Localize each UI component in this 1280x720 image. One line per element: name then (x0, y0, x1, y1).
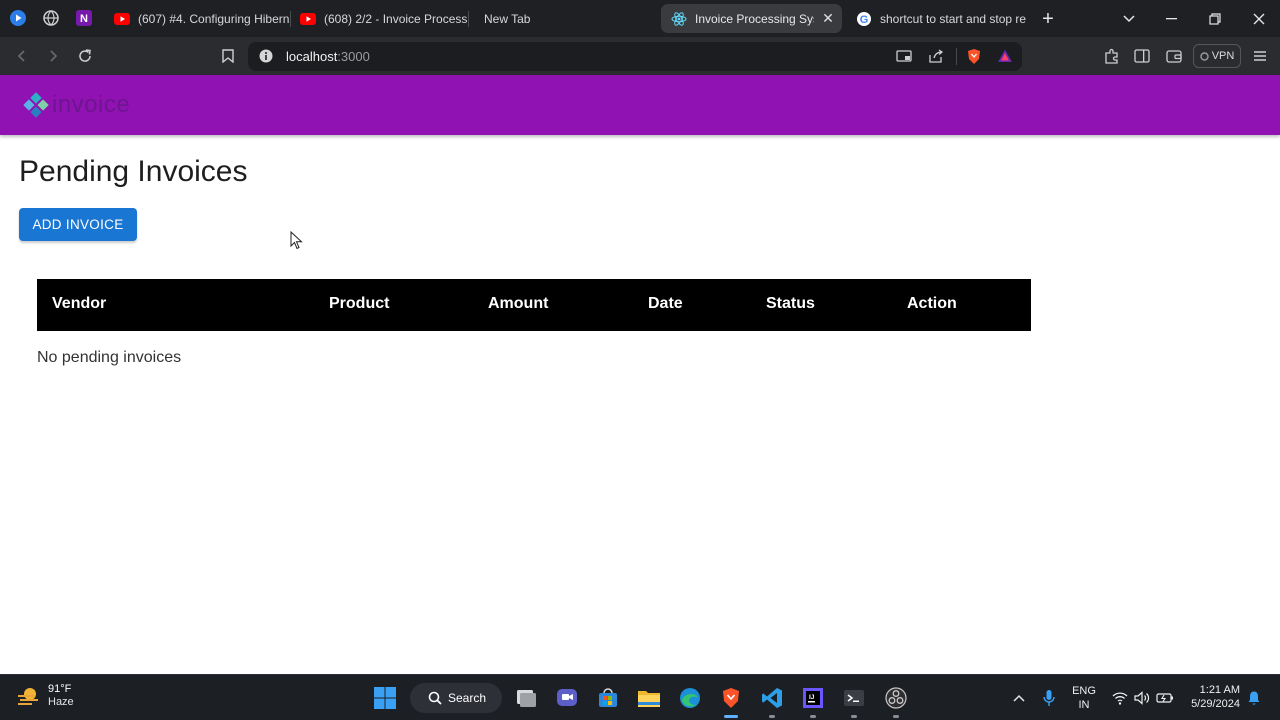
sidebar-toggle-icon[interactable] (1132, 46, 1152, 66)
vscode-icon[interactable] (758, 684, 786, 712)
address-bar[interactable]: localhost:3000 (248, 42, 1022, 71)
url-text: localhost:3000 (286, 49, 370, 64)
pinned-tab-globe-icon[interactable] (41, 8, 61, 28)
file-explorer-icon[interactable] (635, 684, 663, 712)
pinned-tab-media-icon[interactable] (8, 8, 28, 28)
minimize-icon[interactable] (1161, 8, 1183, 30)
battery-icon[interactable] (1151, 684, 1179, 712)
tab-google-search[interactable]: G shortcut to start and stop re (846, 4, 1026, 33)
column-header-amount: Amount (488, 295, 549, 312)
youtube-icon (114, 11, 130, 27)
brave-browser-icon[interactable] (717, 684, 745, 712)
intellij-idea-icon[interactable]: IJ (799, 684, 827, 712)
terminal-icon[interactable] (840, 684, 868, 712)
microsoft-store-icon[interactable] (594, 684, 622, 712)
page-title: Pending Invoices (19, 155, 248, 188)
clock-time: 1:21 AM (1199, 684, 1240, 696)
obs-running-indicator (893, 715, 899, 718)
search-label: Search (448, 691, 487, 705)
app-header-bar: invoice (0, 75, 1280, 135)
tab-new-tab[interactable]: New Tab (474, 4, 654, 33)
tab-youtube-hibernate[interactable]: (607) #4. Configuring Hibern (104, 4, 290, 33)
bookmark-icon[interactable] (218, 46, 238, 66)
invoice-table-header: Vendor Product Amount Date Status Action (37, 279, 1031, 331)
add-invoice-button[interactable]: ADD INVOICE (19, 208, 137, 241)
tab-youtube-invoice[interactable]: (608) 2/2 - Invoice Processin (290, 4, 468, 33)
vpn-label: VPN (1211, 50, 1235, 62)
react-icon (671, 11, 687, 27)
column-header-status: Status (766, 295, 815, 312)
haze-weather-icon (18, 688, 38, 705)
pinned-tab-onenote-icon[interactable]: N (74, 8, 94, 28)
windows-taskbar: 91°F Haze Search IJ ENG IN 1:21 AM 5/29/… (0, 674, 1280, 720)
obs-studio-icon[interactable] (882, 684, 910, 712)
restore-icon[interactable] (1204, 8, 1226, 30)
close-window-icon[interactable] (1248, 8, 1270, 30)
column-header-action: Action (907, 295, 957, 312)
tab-title: (608) 2/2 - Invoice Processin (324, 11, 468, 26)
brave-shields-icon[interactable] (966, 48, 982, 70)
tab-separator (468, 11, 469, 27)
tab-invoice-processing[interactable]: Invoice Processing Syste ✕ (661, 4, 842, 33)
share-icon[interactable] (928, 49, 944, 68)
extensions-puzzle-icon[interactable] (1102, 46, 1122, 66)
invoice-logo-icon (23, 92, 49, 118)
svg-text:IJ: IJ (809, 694, 815, 701)
close-tab-icon[interactable]: ✕ (820, 10, 836, 27)
mouse-cursor-icon (290, 230, 304, 256)
weather-widget[interactable]: 91°F Haze (16, 683, 74, 709)
tab-title: Invoice Processing Syste (695, 11, 814, 26)
forward-arrow-icon[interactable] (43, 46, 63, 66)
empty-table-message: No pending invoices (37, 349, 182, 366)
clock-date: 5/29/2024 (1191, 698, 1240, 710)
terminal-running-indicator (851, 715, 857, 718)
notification-bell-icon[interactable] (1240, 684, 1268, 712)
language-code: ENG (1072, 685, 1096, 697)
tab-search-chevron-icon[interactable] (1118, 8, 1140, 30)
wallet-icon[interactable] (1164, 46, 1184, 66)
brave-active-indicator (724, 715, 738, 718)
intellij-running-indicator (810, 715, 816, 718)
youtube-icon (300, 11, 316, 27)
google-icon: G (856, 11, 872, 27)
input-language-indicator[interactable]: ENG IN (1068, 684, 1100, 712)
weather-description: Haze (48, 696, 74, 708)
microphone-icon[interactable] (1035, 684, 1063, 712)
search-icon (428, 691, 442, 705)
vpn-status-icon (1199, 51, 1209, 61)
browser-tab-strip: N (607) #4. Configuring Hibern (608) 2/2… (0, 0, 1280, 37)
tab-title: shortcut to start and stop re (880, 11, 1026, 26)
windows-start-icon[interactable] (371, 684, 399, 712)
column-header-product: Product (329, 295, 390, 312)
new-tab-plus-icon[interactable]: + (1037, 8, 1059, 30)
task-view-icon[interactable] (512, 684, 540, 712)
back-arrow-icon[interactable] (12, 46, 32, 66)
taskbar-clock[interactable]: 1:21 AM 5/29/2024 (1182, 683, 1240, 711)
vpn-button[interactable]: VPN (1193, 44, 1241, 68)
brave-rewards-icon[interactable] (997, 48, 1013, 69)
cast-icon[interactable] (896, 49, 912, 68)
vscode-running-indicator (769, 715, 775, 718)
url-host: localhost (286, 49, 338, 64)
show-hidden-icons-chevron-icon[interactable] (1005, 684, 1033, 712)
browser-toolbar: localhost:3000 VPN (0, 37, 1280, 75)
url-port: :3000 (337, 49, 370, 64)
toolbar-divider (956, 48, 957, 65)
column-header-vendor: Vendor (52, 295, 107, 312)
language-region: IN (1078, 699, 1090, 711)
teams-chat-icon[interactable] (553, 684, 581, 712)
reload-icon[interactable] (75, 46, 95, 66)
weather-temperature: 91°F (48, 683, 72, 695)
svg-text:G: G (860, 14, 869, 26)
column-header-date: Date (648, 295, 683, 312)
logo-text: invoice (52, 91, 131, 118)
edge-browser-icon[interactable] (676, 684, 704, 712)
menu-hamburger-icon[interactable] (1250, 46, 1270, 66)
svg-text:N: N (80, 13, 88, 25)
tab-title: (607) #4. Configuring Hibern (138, 11, 290, 26)
site-info-icon[interactable] (259, 49, 273, 68)
app-logo[interactable]: invoice (22, 91, 130, 119)
taskbar-search[interactable]: Search (410, 683, 502, 713)
tab-title: New Tab (484, 11, 531, 26)
